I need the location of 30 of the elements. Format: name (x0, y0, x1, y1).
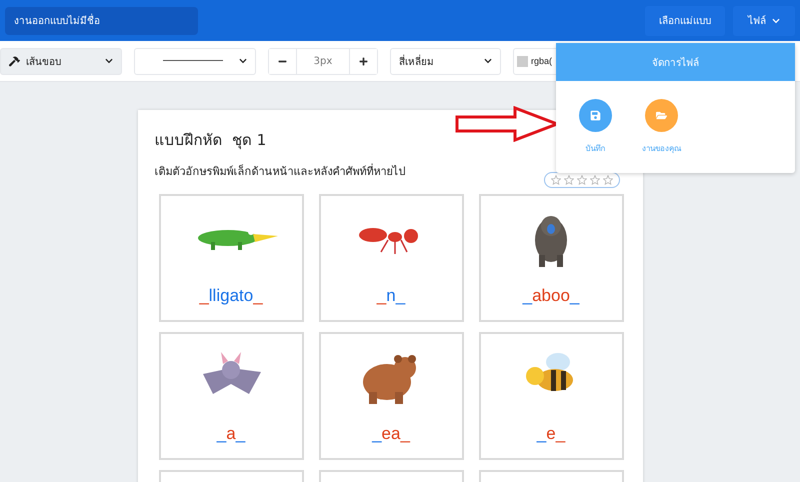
word-puzzle: _e_ (536, 424, 566, 444)
file-menu-button[interactable]: ไฟล์ (733, 6, 795, 36)
star-icon (550, 175, 560, 185)
my-files-button[interactable]: งานของคุณ (642, 99, 681, 155)
plus-icon (359, 56, 368, 66)
shape-select[interactable]: สี่เหลี่ยม (390, 48, 501, 74)
tool-select[interactable]: เส้นขอบ (0, 48, 122, 74)
chevron-icon (105, 57, 113, 65)
line-style-select[interactable] (134, 48, 256, 74)
folder-icon (656, 110, 667, 121)
document-title-field[interactable]: งานออกแบบไม่มีชื่อ (5, 6, 198, 34)
template-button[interactable]: เลือกแม่แบบ (645, 6, 725, 36)
chevron-icon (772, 16, 780, 24)
instruction-text: เติมตัวอักษรพิมพ์เล็กด้านหน้าและหลังคำศัพท์ที่หายไป (154, 162, 406, 180)
word-puzzle: _a_ (216, 424, 246, 444)
chevron-icon (484, 57, 492, 65)
star-icon (576, 175, 586, 185)
word-puzzle: _ea_ (372, 424, 410, 444)
line-style-icon (163, 60, 223, 62)
star-icon (602, 175, 612, 185)
word-puzzle: _n_ (376, 286, 406, 306)
menu-title: จัดการไฟล์ (556, 43, 795, 81)
word-puzzle: _lligato_ (199, 286, 263, 306)
star-icon (590, 175, 600, 185)
star-rating[interactable] (550, 175, 612, 185)
worksheet-title: แบบฝึกหัด ชุด 1 (154, 130, 266, 152)
star-icon (564, 175, 574, 185)
word-puzzle: _aboo_ (522, 286, 580, 306)
save-icon (590, 110, 601, 121)
chevron-icon (239, 57, 247, 65)
